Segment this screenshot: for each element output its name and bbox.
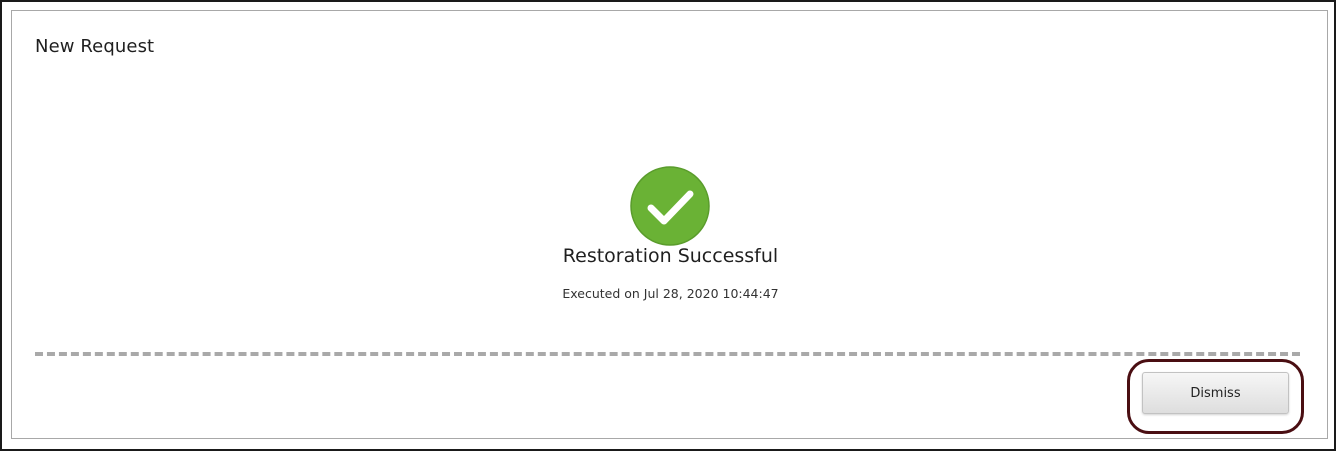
dismiss-button[interactable]: Dismiss bbox=[1142, 372, 1289, 414]
screenshot-frame: New Request Restoration Successful Execu… bbox=[0, 0, 1336, 451]
status-title: Restoration Successful bbox=[562, 245, 779, 267]
panel-title: New Request bbox=[35, 36, 155, 57]
executed-timestamp: Executed on Jul 28, 2020 10:44:47 bbox=[562, 286, 779, 301]
check-circle-icon bbox=[629, 165, 711, 247]
dashed-divider bbox=[35, 352, 1300, 356]
